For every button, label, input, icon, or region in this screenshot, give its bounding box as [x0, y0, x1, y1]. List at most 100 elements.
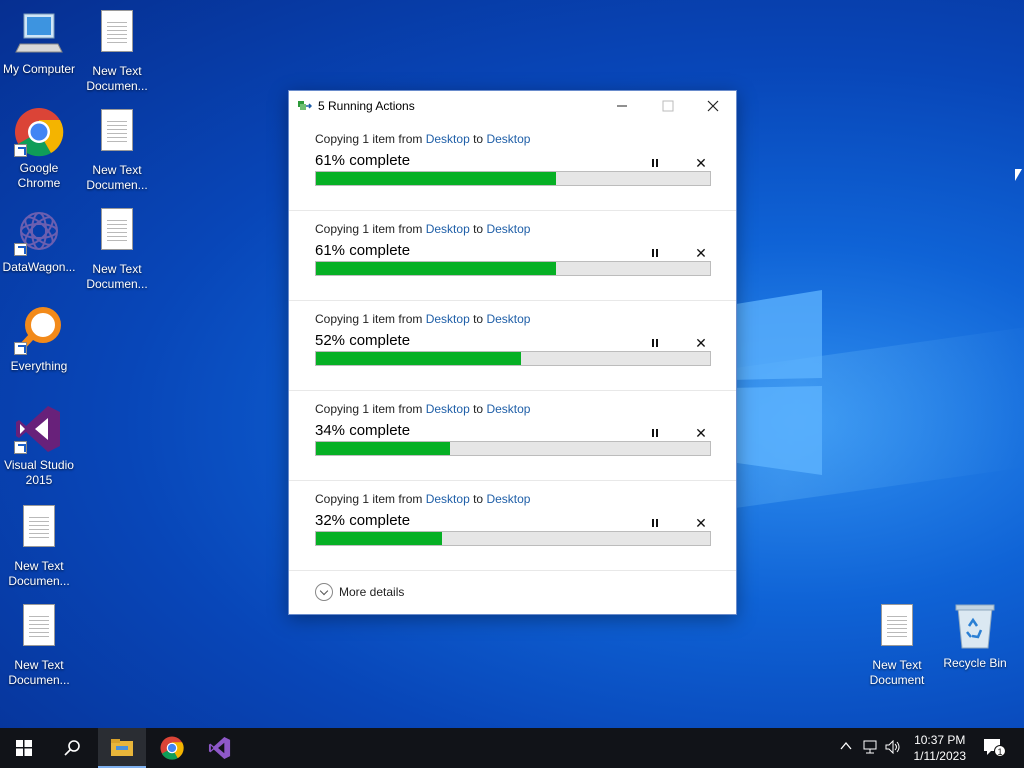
desktop-icon-text-document[interactable]: New Text Documen... [78, 8, 156, 94]
copy-operation: Copying 1 item from Desktop to Desktop 6… [289, 121, 736, 211]
destination-link[interactable]: Desktop [486, 402, 530, 416]
volume-control[interactable] [885, 739, 901, 757]
clock-date: 1/11/2023 [913, 749, 967, 763]
desktop-icon-text-document[interactable]: New Text Documen... [78, 107, 156, 193]
visual-studio-icon [14, 404, 64, 454]
desktop-icon-label: New Text Documen... [86, 64, 148, 93]
close-button[interactable] [690, 91, 736, 121]
desktop-icon-my-computer[interactable]: My Computer [0, 8, 78, 77]
progress-fill [316, 442, 450, 455]
progress-fill [316, 532, 443, 545]
taskbar-chrome[interactable] [148, 728, 196, 768]
copy-operation: Copying 1 item from Desktop to Desktop 6… [289, 211, 736, 301]
percent-complete: 34% complete [315, 422, 411, 439]
show-hidden-icons-button[interactable] [840, 740, 852, 755]
operation-description: Copying 1 item from Desktop to Desktop [315, 222, 530, 236]
chrome-icon [14, 107, 64, 157]
operation-to: to [473, 492, 484, 506]
progress-bar [315, 441, 711, 456]
operation-description: Copying 1 item from Desktop to Desktop [315, 312, 530, 326]
pause-button[interactable] [644, 244, 666, 262]
cancel-button[interactable]: ✕ [690, 243, 712, 263]
cancel-button[interactable]: ✕ [690, 153, 712, 173]
cancel-button[interactable]: ✕ [690, 333, 712, 353]
desktop-icon-text-document[interactable]: New Text Documen... [0, 503, 78, 589]
pause-button[interactable] [644, 334, 666, 352]
desktop-icon-text-document[interactable]: New Text Document [858, 602, 936, 688]
desktop-icon-datawagon[interactable]: DataWagon... [0, 206, 78, 275]
shortcut-arrow-icon [14, 441, 27, 454]
source-link[interactable]: Desktop [426, 492, 470, 506]
shortcut-arrow-icon [14, 342, 27, 355]
chevron-up-icon [840, 741, 852, 750]
copy-operation: Copying 1 item from Desktop to Desktop 5… [289, 301, 736, 391]
running-actions-dialog: 5 Running Actions Copying 1 item from De… [288, 90, 737, 615]
desktop-icon-label: Everything [10, 359, 68, 373]
taskbar-visual-studio[interactable] [196, 728, 244, 768]
progress-fill [316, 172, 557, 185]
everything-search-icon [14, 305, 64, 355]
desktop-icon-everything[interactable]: Everything [0, 305, 78, 374]
desktop-icon-text-document[interactable]: New Text Documen... [0, 602, 78, 688]
destination-link[interactable]: Desktop [486, 132, 530, 146]
pause-button[interactable] [644, 424, 666, 442]
operation-prefix: Copying 1 item from [315, 222, 423, 236]
desktop-icon-recycle-bin[interactable]: Recycle Bin [936, 602, 1014, 671]
destination-link[interactable]: Desktop [486, 312, 530, 326]
operation-to: to [473, 402, 484, 416]
mouse-cursor [1015, 169, 1022, 181]
minimize-button[interactable] [599, 91, 645, 121]
desktop-icon-label: My Computer [2, 62, 76, 76]
cancel-button[interactable]: ✕ [690, 423, 712, 443]
desktop-icon-text-document[interactable]: New Text Documen... [78, 206, 156, 292]
dialog-title: 5 Running Actions [318, 99, 415, 113]
desktop-icon-visual-studio[interactable]: Visual Studio 2015 [0, 404, 78, 488]
cancel-button[interactable]: ✕ [690, 513, 712, 533]
search-button[interactable] [48, 728, 96, 768]
progress-bar [315, 531, 711, 546]
destination-link[interactable]: Desktop [486, 222, 530, 236]
notification-badge: 1 [994, 745, 1006, 757]
system-clock[interactable]: 10:37 PM 1/11/2023 [914, 732, 967, 764]
pause-button[interactable] [644, 154, 666, 172]
network-icon [863, 740, 877, 754]
operation-description: Copying 1 item from Desktop to Desktop [315, 492, 530, 506]
text-document-icon [92, 10, 142, 60]
source-link[interactable]: Desktop [426, 312, 470, 326]
operation-prefix: Copying 1 item from [315, 132, 423, 146]
taskbar-file-explorer[interactable] [98, 728, 146, 768]
progress-fill [316, 262, 557, 275]
desktop-icon-label: New Text Documen... [86, 262, 148, 291]
operation-prefix: Copying 1 item from [315, 492, 423, 506]
source-link[interactable]: Desktop [426, 402, 470, 416]
source-link[interactable]: Desktop [426, 132, 470, 146]
desktop-icon-label: New Text Documen... [8, 559, 70, 588]
desktop-icon-label: New Text Documen... [8, 658, 70, 687]
action-center-button[interactable]: 1 [983, 738, 1006, 761]
file-explorer-icon [111, 739, 133, 756]
percent-complete: 61% complete [315, 242, 411, 259]
recycle-bin-icon [950, 602, 1000, 652]
start-button[interactable] [0, 728, 48, 768]
dialog-titlebar[interactable]: 5 Running Actions [289, 91, 736, 121]
search-icon [64, 740, 80, 756]
maximize-icon [662, 100, 674, 112]
network-status[interactable] [862, 740, 878, 757]
copy-operation: Copying 1 item from Desktop to Desktop 3… [289, 481, 736, 571]
pause-button[interactable] [644, 514, 666, 532]
text-document-icon [14, 604, 64, 654]
percent-complete: 61% complete [315, 152, 411, 169]
close-icon [707, 100, 719, 112]
speaker-icon [885, 739, 900, 755]
taskbar: 10:37 PM 1/11/2023 1 [0, 728, 1024, 768]
desktop-icon-label: DataWagon... [2, 260, 76, 274]
desktop-icon-google-chrome[interactable]: Google Chrome [0, 107, 78, 191]
more-details-toggle[interactable]: More details [315, 581, 404, 603]
chevron-down-icon [315, 583, 333, 601]
desktop-icon-label: New Text Document [869, 658, 925, 687]
source-link[interactable]: Desktop [426, 222, 470, 236]
maximize-button [645, 91, 691, 121]
destination-link[interactable]: Desktop [486, 492, 530, 506]
operation-to: to [473, 132, 484, 146]
percent-complete: 32% complete [315, 512, 411, 529]
